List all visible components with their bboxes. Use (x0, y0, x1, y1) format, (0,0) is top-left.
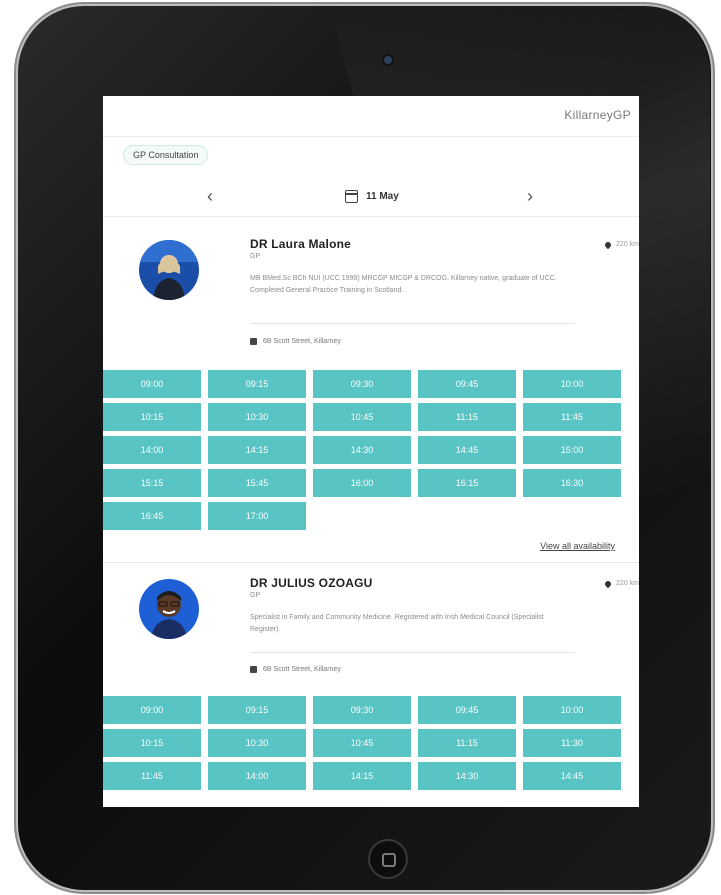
time-slot-button[interactable]: 09:45 (418, 696, 516, 724)
time-slot-button[interactable]: 15:00 (523, 436, 621, 464)
time-slot-button[interactable]: 16:15 (418, 469, 516, 497)
distance-label: 220 km (603, 579, 639, 588)
distance-label: 220 km (603, 240, 639, 249)
time-slot-button[interactable]: 10:00 (523, 696, 621, 724)
view-all-availability-link[interactable]: View all availability (540, 541, 615, 551)
camera-icon (384, 56, 392, 64)
calendar-icon (345, 190, 358, 203)
time-slot-button[interactable]: 14:45 (523, 762, 621, 790)
building-icon (250, 338, 257, 345)
time-slot-button[interactable]: 10:00 (523, 370, 621, 398)
avatar (139, 240, 199, 300)
address-text: 6B Scott Street, Killarney (263, 338, 341, 345)
time-slot-button[interactable]: 11:15 (418, 729, 516, 757)
clinic-address: 6B Scott Street, Killarney (250, 338, 341, 345)
avatar (139, 579, 199, 639)
time-slot-button[interactable]: 10:30 (208, 403, 306, 431)
doctor-role: GP (250, 253, 261, 260)
date-display[interactable]: 11 May (345, 190, 399, 203)
brand-name: KillarneyGP (564, 108, 631, 122)
time-slot-button[interactable]: 09:00 (103, 370, 201, 398)
time-slot-button[interactable]: 11:45 (523, 403, 621, 431)
home-button[interactable] (368, 839, 408, 879)
location-pin-icon (603, 240, 613, 249)
time-slot-button[interactable]: 16:45 (103, 502, 201, 530)
app-header: KillarneyGP (103, 96, 639, 137)
time-slot-button[interactable]: 14:15 (208, 436, 306, 464)
time-slot-button[interactable]: 16:00 (313, 469, 411, 497)
distance-value: 220 km (616, 580, 639, 587)
address-text: 6B Scott Street, Killarney (263, 666, 341, 673)
time-slot-button[interactable]: 11:30 (523, 729, 621, 757)
time-slot-button[interactable]: 11:45 (103, 762, 201, 790)
time-slot-button[interactable]: 09:45 (418, 370, 516, 398)
chevron-right-icon[interactable]: › (527, 186, 533, 207)
time-slot-button[interactable]: 14:30 (418, 762, 516, 790)
time-slot-button[interactable]: 10:30 (208, 729, 306, 757)
time-slot-button[interactable]: 10:15 (103, 403, 201, 431)
time-slot-button[interactable]: 14:00 (103, 436, 201, 464)
time-slot-grid: 09:00 09:15 09:30 09:45 10:00 10:15 10:30 10:45… (103, 696, 639, 790)
time-slot-button[interactable]: 15:15 (103, 469, 201, 497)
time-slot-button[interactable]: 14:00 (208, 762, 306, 790)
divider (250, 652, 575, 653)
time-slot-button[interactable]: 10:15 (103, 729, 201, 757)
date-label: 11 May (366, 191, 399, 202)
time-slot-button[interactable]: 09:30 (313, 696, 411, 724)
time-slot-button[interactable]: 11:15 (418, 403, 516, 431)
time-slot-button[interactable]: 14:30 (313, 436, 411, 464)
time-slot-button[interactable]: 14:15 (313, 762, 411, 790)
time-slot-grid: 09:00 09:15 09:30 09:45 10:00 10:15 10:30 10:45… (103, 370, 639, 530)
app-screen: KillarneyGP GP Consultation ‹ 11 May › D… (103, 96, 639, 807)
distance-value: 220 km (616, 241, 639, 248)
doctor-bio: Specialist in Family and Community Medic… (250, 614, 544, 633)
doctor-role: GP (250, 592, 261, 599)
location-pin-icon (603, 579, 613, 588)
time-slot-button[interactable]: 16:30 (523, 469, 621, 497)
doctor-name[interactable]: DR JULIUS OZOAGU (250, 576, 373, 590)
time-slot-button[interactable]: 09:15 (208, 696, 306, 724)
time-slot-button[interactable]: 09:15 (208, 370, 306, 398)
section-divider (103, 562, 639, 563)
time-slot-button[interactable]: 10:45 (313, 729, 411, 757)
filter-chip[interactable]: GP Consultation (123, 145, 209, 165)
time-slot-button[interactable]: 09:00 (103, 696, 201, 724)
doctor-bio: MB BMed.Sc BCh NUI (UCC 1999) MRCGP MICG… (250, 275, 557, 294)
chevron-left-icon[interactable]: ‹ (207, 186, 213, 207)
building-icon (250, 666, 257, 673)
time-slot-button[interactable]: 09:30 (313, 370, 411, 398)
clinic-address: 6B Scott Street, Killarney (250, 666, 341, 673)
doctor-name[interactable]: DR Laura Malone (250, 237, 351, 251)
time-slot-button[interactable]: 10:45 (313, 403, 411, 431)
divider (250, 323, 575, 324)
time-slot-button[interactable]: 17:00 (208, 502, 306, 530)
time-slot-button[interactable]: 15:45 (208, 469, 306, 497)
time-slot-button[interactable]: 14:45 (418, 436, 516, 464)
date-navigation: ‹ 11 May › (103, 180, 639, 217)
